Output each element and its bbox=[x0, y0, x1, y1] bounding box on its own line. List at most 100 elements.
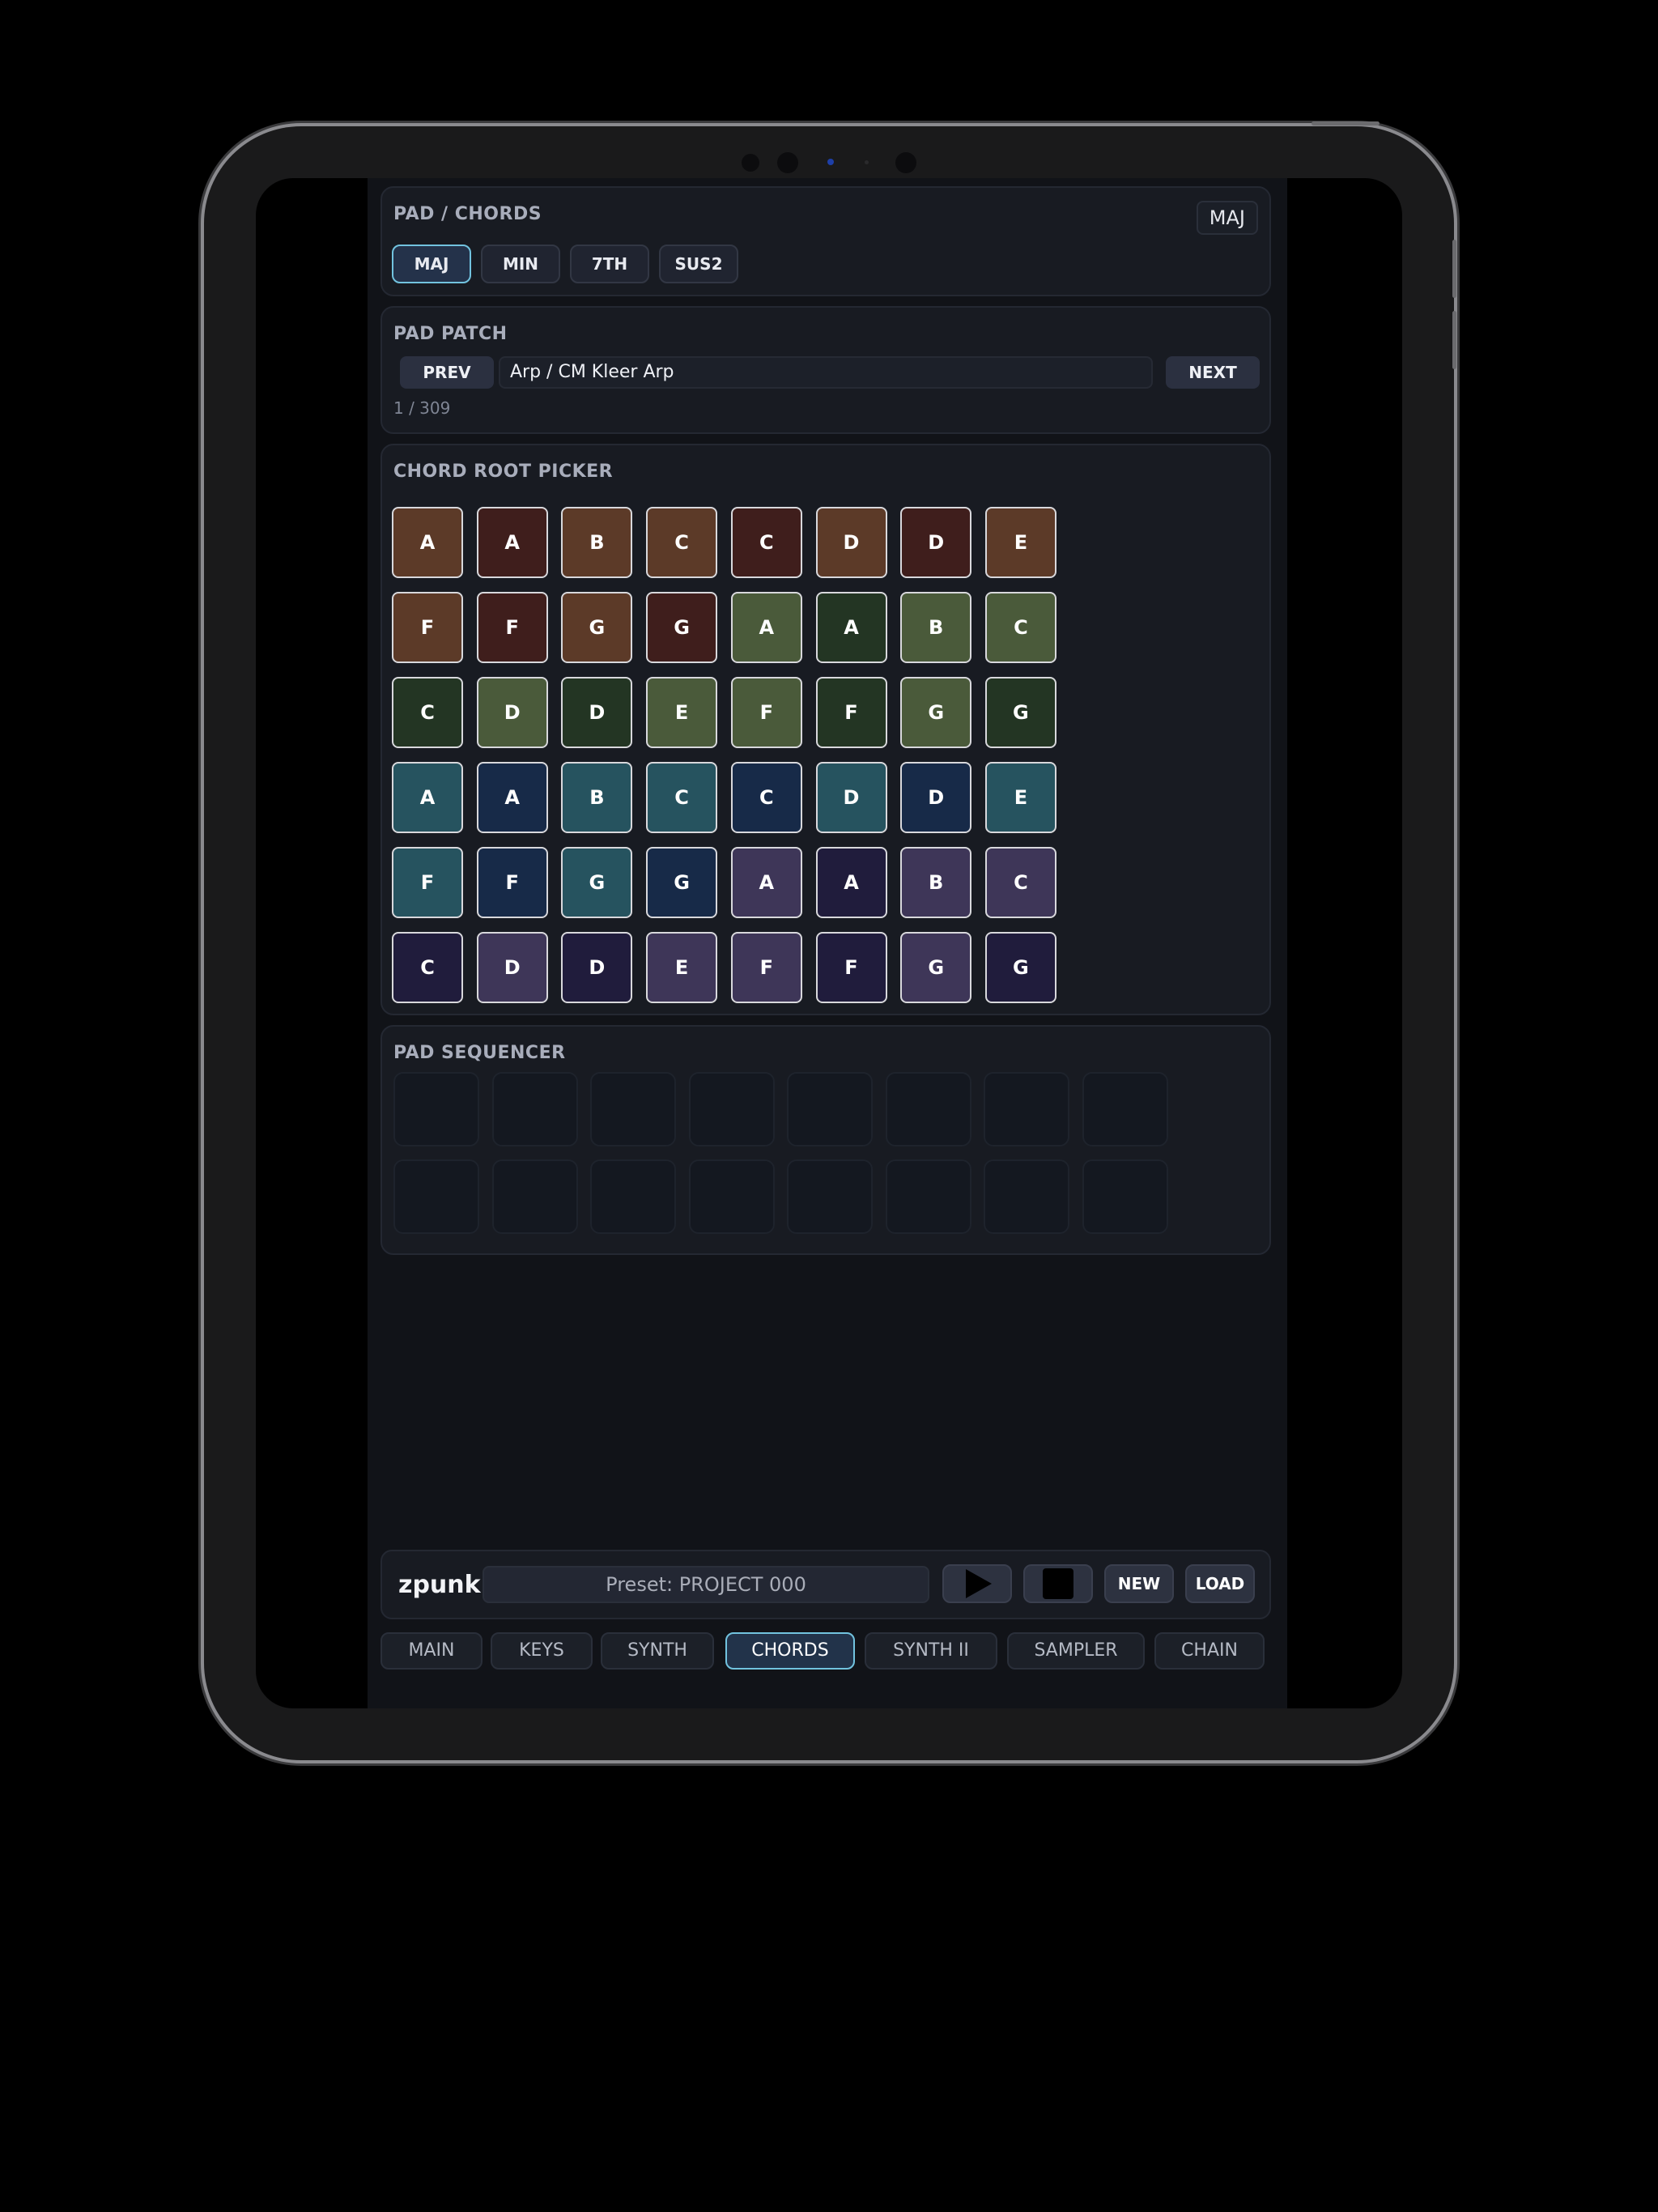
root-pad-g[interactable]: G bbox=[984, 932, 1056, 1003]
root-pad-c[interactable]: C bbox=[730, 507, 802, 578]
root-pad-f[interactable]: F bbox=[392, 592, 463, 663]
tab-synth[interactable]: SYNTH bbox=[601, 1632, 714, 1670]
prev-button[interactable]: PREV bbox=[400, 356, 494, 389]
root-pad-e[interactable]: E bbox=[646, 677, 718, 748]
sequencer-step[interactable] bbox=[984, 1072, 1069, 1146]
new-button[interactable]: NEW bbox=[1104, 1564, 1174, 1603]
root-pad-f[interactable]: F bbox=[730, 677, 802, 748]
sequencer-step[interactable] bbox=[688, 1072, 775, 1146]
root-pad-d[interactable]: D bbox=[561, 932, 633, 1003]
sequencer-step[interactable] bbox=[787, 1159, 873, 1234]
sequencer-step[interactable] bbox=[491, 1072, 578, 1146]
root-pad-a[interactable]: A bbox=[730, 592, 802, 663]
indicator-icon bbox=[827, 159, 834, 165]
root-pad-f[interactable]: F bbox=[815, 677, 887, 748]
sequencer-step[interactable] bbox=[393, 1159, 479, 1234]
sequencer-step[interactable] bbox=[984, 1159, 1069, 1234]
sequencer-step[interactable] bbox=[688, 1159, 775, 1234]
play-button[interactable] bbox=[942, 1564, 1012, 1603]
root-pad-f[interactable]: F bbox=[730, 932, 802, 1003]
chord-type-7th-button[interactable]: 7TH bbox=[570, 245, 649, 283]
root-pad-e[interactable]: E bbox=[646, 932, 718, 1003]
root-pad-d[interactable]: D bbox=[561, 677, 633, 748]
root-pad-c[interactable]: C bbox=[392, 932, 463, 1003]
root-pad-e[interactable]: E bbox=[984, 762, 1056, 833]
tab-bar: MAIN KEYS SYNTH CHORDS SYNTH II SAMPLER CHAIN bbox=[380, 1632, 1271, 1670]
load-button[interactable]: LOAD bbox=[1185, 1564, 1255, 1603]
root-pad-d[interactable]: D bbox=[476, 932, 548, 1003]
sensor-icon bbox=[742, 154, 759, 172]
root-pad-d[interactable]: D bbox=[815, 762, 887, 833]
play-icon bbox=[966, 1569, 992, 1598]
preset-display[interactable]: Preset: PROJECT 000 bbox=[483, 1566, 929, 1603]
tab-main[interactable]: MAIN bbox=[380, 1632, 483, 1670]
sequencer-step[interactable] bbox=[590, 1159, 676, 1234]
panel-title: CHORD ROOT PICKER bbox=[393, 462, 614, 482]
root-pad-a[interactable]: A bbox=[392, 762, 463, 833]
root-pad-b[interactable]: B bbox=[561, 507, 633, 578]
root-picker-panel: CHORD ROOT PICKER AABCCDDEFFGGAABCCDDEFF… bbox=[380, 444, 1271, 1015]
panel-title: PAD / CHORDS bbox=[393, 204, 542, 224]
root-pad-d[interactable]: D bbox=[900, 762, 972, 833]
app-root: PAD / CHORDS MAJ MAJ MIN 7TH SUS2 PAD PATCH… bbox=[368, 178, 1287, 1708]
root-pad-f[interactable]: F bbox=[392, 847, 463, 918]
next-button[interactable]: NEXT bbox=[1166, 356, 1260, 389]
sequencer-step[interactable] bbox=[885, 1159, 971, 1234]
root-pad-b[interactable]: B bbox=[900, 592, 972, 663]
sequencer-step[interactable] bbox=[1082, 1159, 1168, 1234]
tab-chords[interactable]: CHORDS bbox=[725, 1632, 855, 1670]
chord-type-sus2-button[interactable]: SUS2 bbox=[659, 245, 738, 283]
volume-down-button bbox=[1452, 311, 1456, 369]
root-pad-a[interactable]: A bbox=[476, 507, 548, 578]
root-pad-c[interactable]: C bbox=[646, 507, 718, 578]
root-pad-g[interactable]: G bbox=[900, 677, 972, 748]
root-pad-g[interactable]: G bbox=[900, 932, 972, 1003]
camera-icon bbox=[777, 152, 798, 173]
root-pad-g[interactable]: G bbox=[561, 847, 633, 918]
root-pad-g[interactable]: G bbox=[646, 847, 718, 918]
volume-up-button bbox=[1452, 240, 1456, 298]
tab-sampler[interactable]: SAMPLER bbox=[1007, 1632, 1145, 1670]
root-pad-c[interactable]: C bbox=[392, 677, 463, 748]
root-pad-a[interactable]: A bbox=[815, 592, 887, 663]
tab-synth-ii[interactable]: SYNTH II bbox=[865, 1632, 997, 1670]
root-pad-g[interactable]: G bbox=[646, 592, 718, 663]
sensor-dot-icon bbox=[865, 160, 869, 164]
root-pad-f[interactable]: F bbox=[476, 847, 548, 918]
sequencer-step[interactable] bbox=[590, 1072, 676, 1146]
root-pad-f[interactable]: F bbox=[476, 592, 548, 663]
sequencer-panel: PAD SEQUENCER bbox=[380, 1025, 1271, 1255]
root-pad-c[interactable]: C bbox=[646, 762, 718, 833]
root-pad-b[interactable]: B bbox=[900, 847, 972, 918]
root-pad-c[interactable]: C bbox=[730, 762, 802, 833]
sequencer-step[interactable] bbox=[787, 1072, 873, 1146]
root-pad-a[interactable]: A bbox=[476, 762, 548, 833]
root-pad-d[interactable]: D bbox=[900, 507, 972, 578]
panel-title: PAD SEQUENCER bbox=[393, 1043, 566, 1063]
root-pad-g[interactable]: G bbox=[561, 592, 633, 663]
lens-icon bbox=[895, 152, 916, 173]
root-pad-f[interactable]: F bbox=[815, 932, 887, 1003]
top-button bbox=[1312, 121, 1380, 125]
root-pad-a[interactable]: A bbox=[392, 507, 463, 578]
root-pad-a[interactable]: A bbox=[730, 847, 802, 918]
root-pad-c[interactable]: C bbox=[984, 592, 1056, 663]
sequencer-step[interactable] bbox=[491, 1159, 578, 1234]
root-pad-d[interactable]: D bbox=[476, 677, 548, 748]
root-pad-e[interactable]: E bbox=[984, 507, 1056, 578]
root-pad-b[interactable]: B bbox=[561, 762, 633, 833]
sequencer-step[interactable] bbox=[885, 1072, 971, 1146]
root-pad-g[interactable]: G bbox=[984, 677, 1056, 748]
sequencer-step[interactable] bbox=[1082, 1072, 1168, 1146]
root-pad-a[interactable]: A bbox=[815, 847, 887, 918]
root-pad-d[interactable]: D bbox=[815, 507, 887, 578]
tab-keys[interactable]: KEYS bbox=[491, 1632, 593, 1670]
patch-panel: PAD PATCH PREV Arp / CM Kleer Arp NEXT 1… bbox=[380, 306, 1271, 434]
stop-button[interactable] bbox=[1023, 1564, 1093, 1603]
root-pad-c[interactable]: C bbox=[984, 847, 1056, 918]
chord-type-min-button[interactable]: MIN bbox=[481, 245, 560, 283]
patch-name-field[interactable]: Arp / CM Kleer Arp bbox=[499, 356, 1153, 389]
sequencer-step[interactable] bbox=[393, 1072, 479, 1146]
tab-chain[interactable]: CHAIN bbox=[1154, 1632, 1265, 1670]
chord-type-maj-button[interactable]: MAJ bbox=[392, 245, 471, 283]
